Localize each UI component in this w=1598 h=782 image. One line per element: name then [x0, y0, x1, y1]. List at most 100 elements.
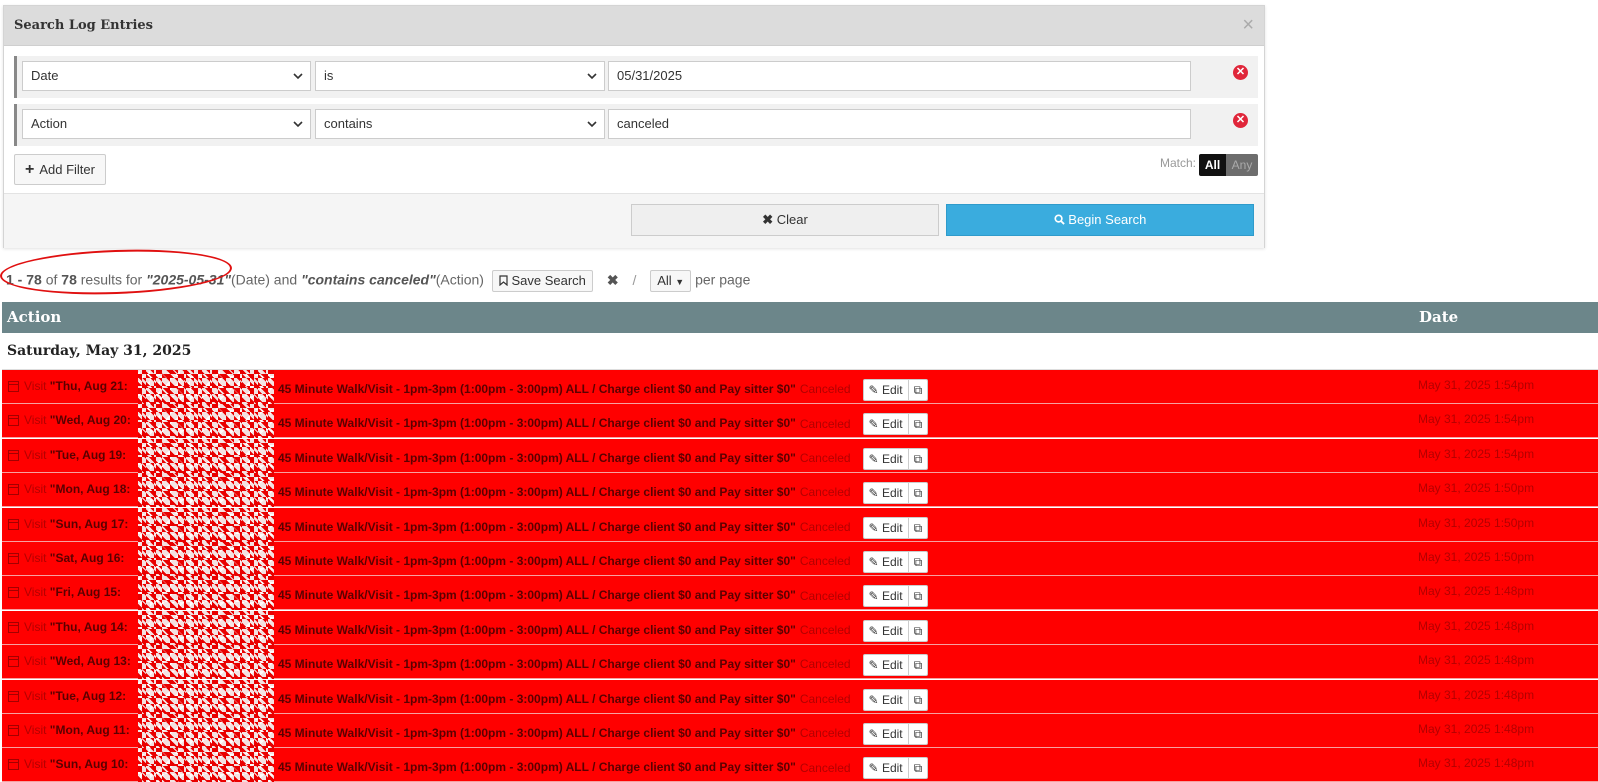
external-link-icon[interactable]: ⧉: [909, 758, 928, 778]
row-status: Canceled: [799, 382, 851, 397]
table-row: Visit "Fri, Aug 15: 45 Minute Walk/Visit …: [2, 576, 1598, 611]
row-description: 45 Minute Walk/Visit - 1pm-3pm (1:00pm -…: [278, 654, 929, 677]
clear-search-icon[interactable]: ✖: [607, 272, 619, 289]
redacted-area: [138, 507, 274, 542]
row-actions: ✎ Edit ⧉: [862, 482, 929, 505]
external-link-icon[interactable]: ⧉: [909, 586, 928, 606]
row-day: "Wed, Aug 20:: [49, 413, 131, 428]
edit-button[interactable]: ✎ Edit: [864, 689, 909, 710]
calendar-icon: [8, 759, 19, 771]
remove-filter-icon[interactable]: ✕: [1233, 113, 1248, 128]
calendar-icon: [8, 690, 19, 702]
row-description: 45 Minute Walk/Visit - 1pm-3pm (1:00pm -…: [278, 757, 929, 780]
edit-label: Edit: [881, 727, 903, 741]
external-link-icon[interactable]: ⧉: [909, 655, 928, 675]
edit-button[interactable]: ✎ Edit: [864, 483, 909, 504]
row-date: May 31, 2025 1:54pm: [1418, 412, 1535, 427]
edit-button[interactable]: ✎ Edit: [864, 517, 909, 538]
begin-search-button[interactable]: Begin Search: [946, 204, 1254, 236]
row-kind: Visit: [24, 379, 47, 393]
row-lead: Visit "Mon, Aug 18:: [24, 482, 130, 496]
row-actions: ✎ Edit ⧉: [862, 447, 929, 470]
edit-button[interactable]: ✎ Edit: [864, 380, 909, 400]
calendar-icon: [8, 587, 19, 599]
pencil-icon: ✎: [868, 589, 879, 604]
external-link-icon[interactable]: ⧉: [909, 690, 928, 710]
edit-button[interactable]: ✎ Edit: [864, 620, 909, 641]
begin-search-label: Begin Search: [1068, 212, 1147, 227]
edit-button[interactable]: ✎ Edit: [864, 655, 909, 676]
row-status: Canceled: [799, 519, 851, 534]
column-header-date[interactable]: Date: [1419, 308, 1458, 326]
search-panel: Search Log Entries × Date is 05/31/2025 …: [3, 5, 1265, 248]
row-kind: Visit: [24, 551, 47, 565]
filter-field-select[interactable]: Date: [22, 61, 311, 91]
table-row: Visit "Tue, Aug 12: 45 Minute Walk/Visit …: [2, 679, 1598, 714]
add-filter-button[interactable]: + Add Filter: [14, 154, 106, 185]
pencil-icon: ✎: [868, 451, 879, 466]
close-icon[interactable]: ×: [1242, 15, 1254, 35]
edit-button[interactable]: ✎ Edit: [864, 414, 909, 435]
redacted-area: [138, 404, 274, 439]
filter-value-input[interactable]: 05/31/2025: [608, 61, 1191, 91]
row-lead: Visit "Thu, Aug 14:: [24, 620, 128, 634]
remove-filter-icon[interactable]: ✕: [1233, 65, 1248, 80]
pencil-icon: ✎: [868, 486, 879, 501]
filter-operator-select[interactable]: is: [315, 61, 605, 91]
redacted-area: [138, 679, 274, 714]
row-day: "Sun, Aug 10:: [49, 757, 129, 772]
edit-button[interactable]: ✎ Edit: [864, 448, 909, 469]
day-heading: Saturday, May 31, 2025: [7, 343, 192, 359]
external-link-icon[interactable]: ⧉: [909, 518, 928, 538]
edit-button[interactable]: ✎ Edit: [864, 758, 909, 779]
caret-down-icon: ▼: [675, 277, 685, 287]
external-link-icon[interactable]: ⧉: [909, 483, 928, 503]
pencil-icon: ✎: [868, 692, 879, 707]
filter-value-input[interactable]: canceled: [608, 109, 1191, 139]
row-day: "Sun, Aug 17:: [49, 516, 129, 531]
match-label: Match:: [1160, 156, 1197, 170]
edit-button[interactable]: ✎ Edit: [864, 552, 909, 572]
save-search-button[interactable]: Save Search: [491, 270, 593, 292]
edit-button[interactable]: ✎ Edit: [864, 586, 909, 607]
row-date: May 31, 2025 1:50pm: [1418, 550, 1535, 564]
row-lead: Visit "Sat, Aug 16:: [24, 551, 124, 565]
table-row: Visit "Sun, Aug 17: 45 Minute Walk/Visit …: [2, 507, 1598, 542]
column-header-action[interactable]: Action: [7, 308, 61, 326]
filter-field-select[interactable]: Action: [22, 109, 311, 139]
row-date: May 31, 2025 1:48pm: [1418, 618, 1535, 633]
match-all-toggle[interactable]: All: [1199, 154, 1226, 176]
row-day: "Sat, Aug 16:: [49, 551, 125, 565]
row-lead: Visit "Tue, Aug 12:: [24, 689, 126, 703]
filter-operator-value: is: [324, 68, 334, 83]
row-day: "Wed, Aug 13:: [49, 654, 131, 669]
external-link-icon[interactable]: ⧉: [909, 449, 928, 469]
filter-operator-select[interactable]: contains: [315, 109, 605, 139]
per-page-value: All: [657, 273, 672, 288]
edit-button[interactable]: ✎ Edit: [864, 724, 909, 744]
external-link-icon[interactable]: ⧉: [909, 380, 928, 400]
row-status: Canceled: [799, 622, 851, 637]
row-desc-text: 45 Minute Walk/Visit - 1pm-3pm (1:00pm -…: [278, 416, 796, 431]
row-desc-text: 45 Minute Walk/Visit - 1pm-3pm (1:00pm -…: [278, 519, 796, 534]
pencil-icon: ✎: [868, 520, 879, 535]
row-description: 45 Minute Walk/Visit - 1pm-3pm (1:00pm -…: [278, 516, 929, 539]
pencil-icon: ✎: [868, 383, 879, 397]
row-kind: Visit: [24, 516, 47, 531]
chevron-down-icon: [587, 73, 597, 80]
external-link-icon[interactable]: ⧉: [909, 414, 928, 434]
external-link-icon[interactable]: ⧉: [909, 621, 928, 641]
clear-button[interactable]: ✖ Clear: [631, 204, 939, 236]
edit-label: Edit: [881, 520, 903, 535]
external-link-icon[interactable]: ⧉: [909, 724, 928, 744]
external-link-icon[interactable]: ⧉: [909, 552, 928, 572]
per-page-dropdown[interactable]: All ▼: [650, 270, 692, 292]
filter-row-date: Date is 05/31/2025 ✕: [14, 56, 1258, 98]
redacted-area: [138, 370, 274, 404]
row-lead: Visit "Mon, Aug 11:: [24, 723, 130, 737]
row-kind: Visit: [24, 447, 47, 462]
match-any-toggle[interactable]: Any: [1226, 154, 1258, 176]
row-lead: Visit "Tue, Aug 19:: [24, 448, 126, 462]
row-desc-text: 45 Minute Walk/Visit - 1pm-3pm (1:00pm -…: [278, 657, 796, 672]
row-date: May 31, 2025 1:48pm: [1418, 756, 1535, 771]
